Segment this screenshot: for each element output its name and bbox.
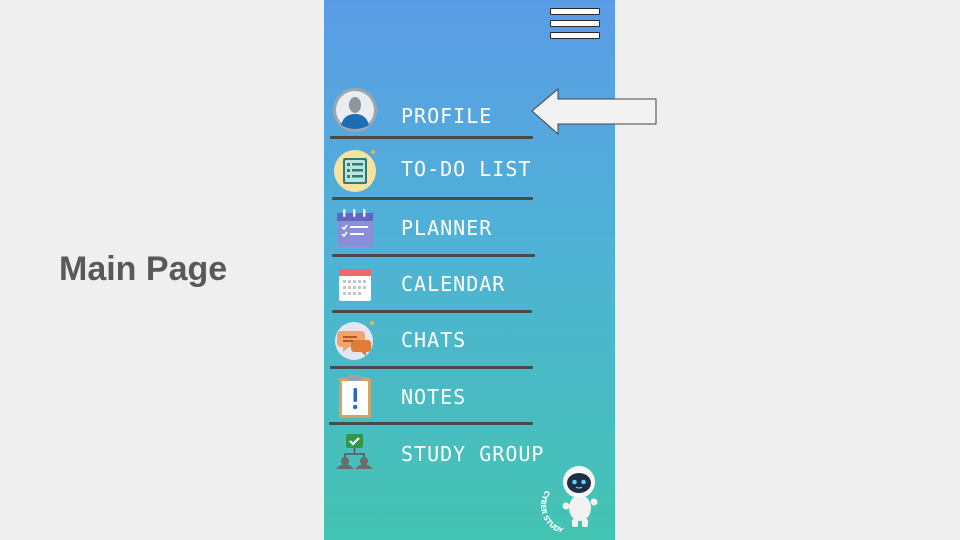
planner-icon (332, 206, 378, 252)
menu-divider (329, 422, 533, 425)
hamburger-menu-icon[interactable] (550, 8, 602, 42)
menu-label-planner: PLANNER (401, 216, 493, 240)
side-menu-panel: PROFILE TO-DO LIST PLANNER CALENDAR CHAT… (324, 0, 615, 540)
menu-label-calendar: CALENDAR (401, 272, 506, 296)
menu-divider (332, 197, 533, 200)
menu-divider (330, 136, 533, 139)
menu-label-todo-list: TO-DO LIST (401, 157, 532, 181)
menu-label-chats: CHATS (401, 328, 467, 352)
left-arrow-icon (530, 87, 658, 137)
todo-list-icon (332, 147, 378, 193)
menu-label-profile: PROFILE (401, 104, 493, 128)
page-title: Main Page (59, 250, 228, 288)
menu-label-study-group: STUDY GROUP (401, 442, 545, 466)
cyber-study-logo: CYBER STUDY (536, 456, 610, 532)
menu-item-todo-list[interactable]: TO-DO LIST (324, 147, 615, 203)
menu-divider (332, 310, 532, 313)
chats-icon (332, 318, 378, 364)
menu-divider (330, 366, 533, 369)
svg-text:CYBER STUDY: CYBER STUDY (539, 489, 565, 532)
notes-icon (332, 374, 378, 420)
menu-label-notes: NOTES (401, 385, 467, 409)
calendar-icon (332, 263, 378, 309)
profile-icon (332, 87, 378, 133)
menu-divider (332, 254, 535, 257)
study-group-icon (332, 432, 378, 478)
logo-text: CYBER STUDY (539, 489, 565, 532)
